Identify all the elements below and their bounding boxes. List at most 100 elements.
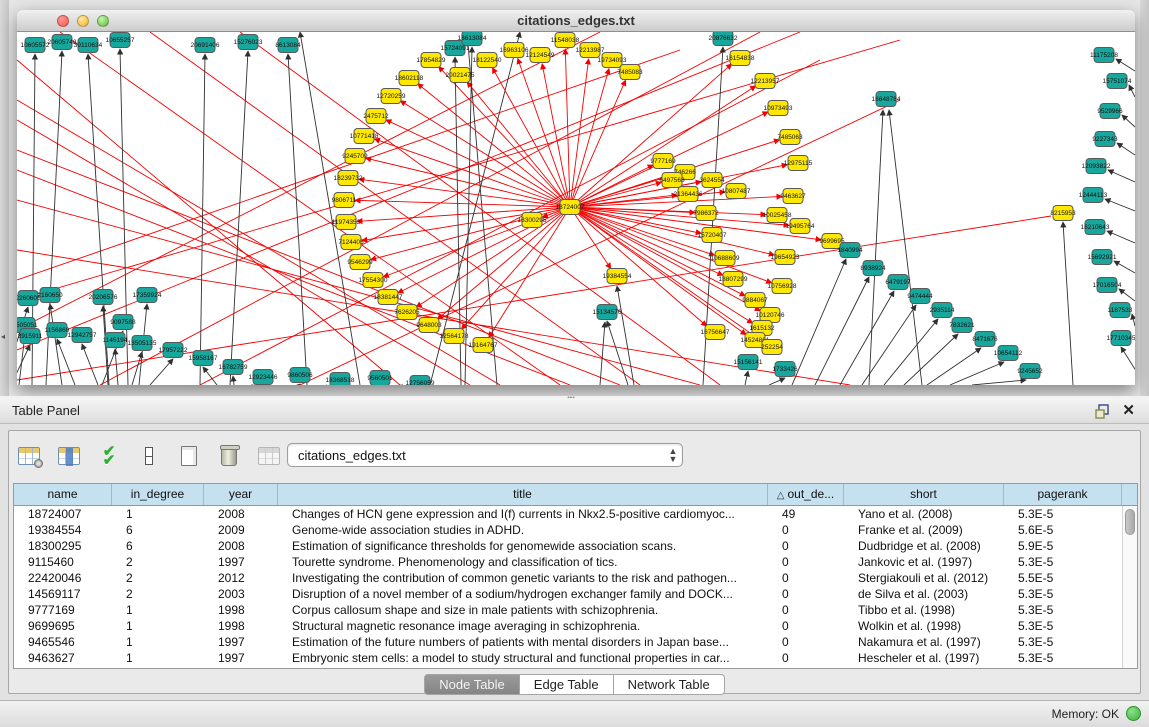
network-node[interactable]: 18613084 <box>458 32 487 46</box>
column-header-pagerank[interactable]: pagerank <box>1004 484 1122 505</box>
table-cell[interactable]: Changes of HCN gene expression and I(f) … <box>278 506 768 522</box>
network-node[interactable]: 9227343 <box>1092 132 1118 147</box>
network-node[interactable]: 8471676 <box>972 332 998 347</box>
table-cell[interactable]: 5.3E-5 <box>1004 506 1122 522</box>
network-node[interactable]: 1840994 <box>837 243 863 258</box>
network-node[interactable]: 16210643 <box>1081 220 1110 235</box>
network-node[interactable]: 7986372 <box>693 206 719 221</box>
table-cell[interactable]: Embryonic stem cells: a model to study s… <box>278 650 768 666</box>
table-cell[interactable]: 1 <box>112 634 204 650</box>
network-node[interactable]: 17854829 <box>417 53 446 68</box>
table-cell[interactable]: Disruption of a novel member of a sodium… <box>278 586 768 602</box>
table-cell[interactable]: 5.3E-5 <box>1004 618 1122 634</box>
network-node[interactable]: 16963106 <box>500 43 529 58</box>
network-node[interactable]: 12213957 <box>751 74 780 89</box>
network-node[interactable]: 7485063 <box>777 130 803 145</box>
memory-ok-indicator[interactable] <box>1126 706 1141 721</box>
tab-edge-table[interactable]: Edge Table <box>520 674 614 695</box>
network-node[interactable]: 9777169 <box>650 154 676 169</box>
network-node[interactable]: 9529966 <box>1097 104 1123 119</box>
table-cell[interactable]: 5.5E-5 <box>1004 570 1122 586</box>
network-node[interactable]: 18122540 <box>473 53 502 68</box>
column-header-in_degree[interactable]: in_degree <box>112 484 204 505</box>
network-node[interactable]: 10655257 <box>106 33 135 48</box>
table-row[interactable]: 969969511998Structural magnetic resonanc… <box>14 618 1122 634</box>
network-node[interactable]: 17710345 <box>1107 331 1135 346</box>
network-node[interactable]: 1156869 <box>45 323 70 338</box>
close-window-button[interactable] <box>57 15 69 27</box>
table-cell[interactable]: 9115460 <box>14 554 112 570</box>
network-node[interactable]: 20206576 <box>89 290 118 305</box>
network-node[interactable]: 8613084 <box>275 38 301 53</box>
table-cell[interactable]: 5.6E-5 <box>1004 522 1122 538</box>
network-node[interactable]: 18381447 <box>374 290 403 305</box>
table-cell[interactable]: 5.3E-5 <box>1004 554 1122 570</box>
network-node[interactable]: 12444113 <box>1079 188 1108 203</box>
new-table-button[interactable] <box>175 441 203 471</box>
network-node[interactable]: 12923446 <box>249 370 278 385</box>
network-node[interactable]: 16154838 <box>726 51 755 66</box>
vertical-scrollbar[interactable] <box>1122 506 1137 668</box>
table-cell[interactable]: de Silva et al. (2003) <box>844 586 1004 602</box>
network-node[interactable]: 10756928 <box>768 279 797 294</box>
network-node[interactable]: 9463627 <box>780 189 806 204</box>
network-node[interactable]: 17957222 <box>159 343 188 358</box>
table-cell[interactable]: 22420046 <box>14 570 112 586</box>
table-cell[interactable]: 9465546 <box>14 634 112 650</box>
network-node[interactable]: 12213987 <box>576 43 605 58</box>
network-node[interactable]: 18602118 <box>395 71 424 86</box>
network-node[interactable]: 10973493 <box>764 101 793 116</box>
table-cell[interactable]: 1 <box>112 618 204 634</box>
close-panel-icon[interactable]: ✕ <box>1122 401 1135 419</box>
network-node[interactable]: 9860506 <box>287 368 313 383</box>
table-cell[interactable]: 0 <box>768 554 844 570</box>
table-row[interactable]: 1830029562008Estimation of significance … <box>14 538 1122 554</box>
table-cell[interactable]: 0 <box>768 586 844 602</box>
network-canvas[interactable]: 1872400718300295193845541785482918602118… <box>17 32 1135 385</box>
table-cell[interactable]: 0 <box>768 522 844 538</box>
network-node[interactable]: 10688609 <box>711 251 740 266</box>
network-node[interactable]: 2160650 <box>37 288 63 303</box>
table-cell[interactable]: 5.3E-5 <box>1004 650 1122 666</box>
table-cell[interactable]: Estimation of the future numbers of pati… <box>278 634 768 650</box>
network-node[interactable]: 15751074 <box>1103 74 1132 89</box>
table-cell[interactable]: 5.3E-5 <box>1004 602 1122 618</box>
table-cell[interactable]: Tourette syndrome. Phenomenology and cla… <box>278 554 768 570</box>
network-node[interactable]: 8938924 <box>860 261 886 276</box>
network-node[interactable]: 15692921 <box>1088 250 1117 265</box>
delete-table-button[interactable] <box>215 441 243 471</box>
tab-node-table[interactable]: Node Table <box>424 674 520 695</box>
network-node[interactable]: 11175208 <box>1090 48 1118 63</box>
table-cell[interactable]: 14569117 <box>14 586 112 602</box>
network-node[interactable]: 19495764 <box>786 219 815 234</box>
table-row[interactable]: 946362711997Embryonic stem cells: a mode… <box>14 650 1122 666</box>
network-node[interactable]: 9806711 <box>332 193 357 208</box>
table-cell[interactable]: 9699695 <box>14 618 112 634</box>
network-node[interactable]: 17016504 <box>1093 278 1122 293</box>
network-node[interactable]: 9884067 <box>742 293 768 308</box>
network-node[interactable]: 6497568 <box>659 173 685 188</box>
table-cell[interactable]: Wolkin et al. (1998) <box>844 618 1004 634</box>
table-cell[interactable]: 5.3E-5 <box>1004 586 1122 602</box>
table-cell[interactable]: Jankovic et al. (1997) <box>844 554 1004 570</box>
network-node[interactable]: 3915911 <box>18 329 43 344</box>
network-node[interactable]: 19384554 <box>603 269 632 284</box>
network-node[interactable]: 12124549 <box>526 48 555 63</box>
network-node[interactable]: 10654112 <box>994 346 1023 361</box>
zoom-window-button[interactable] <box>97 15 109 27</box>
table-cell[interactable]: 19384554 <box>14 522 112 538</box>
network-node[interactable]: 15156141 <box>734 355 763 370</box>
network-node[interactable]: 1145194 <box>103 333 128 348</box>
table-cell[interactable]: 2003 <box>204 586 278 602</box>
network-node[interactable]: 17359924 <box>133 288 162 303</box>
network-node[interactable]: 12093822 <box>1082 159 1111 174</box>
network-node[interactable]: 6479197 <box>885 275 911 290</box>
table-row[interactable]: 1456911722003Disruption of a novel membe… <box>14 586 1122 602</box>
network-node[interactable]: 19654923 <box>771 250 800 265</box>
table-cell[interactable]: Structural magnetic resonance image aver… <box>278 618 768 634</box>
table-cell[interactable]: Genome-wide association studies in ADHD. <box>278 522 768 538</box>
network-node[interactable]: 15276023 <box>234 35 263 50</box>
network-node[interactable]: 10807487 <box>722 184 751 199</box>
table-cell[interactable]: 0 <box>768 634 844 650</box>
table-cell[interactable]: 0 <box>768 618 844 634</box>
